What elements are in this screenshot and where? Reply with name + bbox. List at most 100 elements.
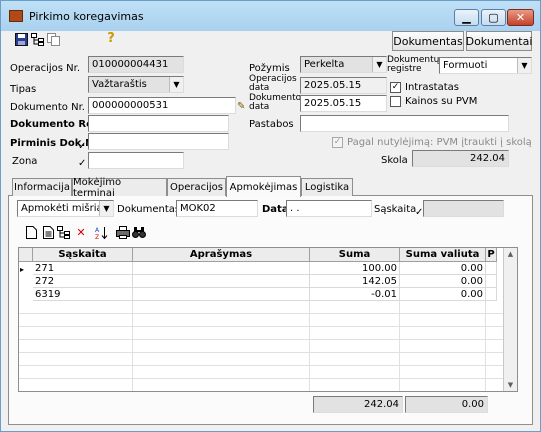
grid-vertical-scrollbar[interactable]: ▲ ▼ [503, 248, 517, 391]
tab-operations[interactable]: Operacijos [167, 178, 226, 196]
table-cell-sum-currency[interactable]: 0.00 [400, 262, 486, 275]
payment-date-field[interactable]: . . [286, 200, 372, 217]
column-header-account[interactable]: Sąskaita [33, 248, 133, 262]
payment-grid[interactable]: Sąskaita Aprašymas Suma Suma valiuta P ▸… [18, 247, 518, 392]
close-button[interactable]: ✕ [507, 9, 534, 26]
document-icon[interactable] [41, 226, 55, 240]
find-icon[interactable] [132, 226, 146, 240]
copy-icon[interactable] [47, 33, 61, 47]
registry-label: Dokumentų registre [387, 56, 439, 74]
documents-button[interactable]: Dokumentai [466, 31, 532, 51]
payment-mode-value: Apmokėti mišriai [21, 203, 106, 214]
maximize-button[interactable]: ▢ [481, 9, 506, 26]
debt-label: Skola [381, 155, 408, 166]
chevron-down-icon[interactable]: ▼ [517, 58, 531, 73]
debt-field: 242.04 [412, 150, 509, 167]
registry-select[interactable]: Formuoti ▼ [439, 57, 532, 74]
column-header-sum-currency[interactable]: Suma valiuta [400, 248, 486, 262]
print-icon[interactable] [116, 226, 130, 240]
primary-doc-field[interactable] [88, 133, 229, 150]
table-cell-account[interactable]: 6319 [33, 288, 133, 301]
document-date-label: Dokumento data [249, 94, 301, 112]
type-label: Tipas [10, 84, 37, 95]
table-cell-account[interactable]: 271 [33, 262, 133, 275]
title-bar[interactable]: Pirkimo koregavimas ▁ ▢ ✕ [1, 1, 540, 31]
prices-with-vat-checkbox[interactable] [390, 96, 401, 107]
total-currency-field: 0.00 [405, 396, 488, 413]
payment-account-label: Sąskaita [374, 204, 417, 215]
save-icon[interactable] [14, 33, 28, 47]
table-cell-description[interactable] [133, 262, 310, 275]
scroll-up-icon[interactable]: ▲ [504, 248, 517, 260]
check-mark-icon: ✓ [78, 141, 87, 152]
registry-select-value: Formuoti [443, 60, 488, 71]
empty-grid-area [19, 301, 505, 391]
document-date-label-line2: data [249, 102, 270, 112]
chevron-down-icon[interactable]: ▼ [169, 77, 183, 92]
table-cell-p[interactable] [486, 262, 497, 275]
pencil-icon[interactable]: ✎ [237, 101, 245, 112]
row-header-corner [19, 248, 33, 262]
notes-label: Pastabos [249, 119, 294, 130]
delete-icon[interactable]: ✕ [74, 226, 88, 240]
operation-date-field[interactable]: 2025.05.15 [300, 77, 387, 94]
document-number-field[interactable]: 000000000531 [88, 97, 236, 114]
payment-mode-select[interactable]: Apmokėti mišriai ▼ [17, 200, 114, 217]
minimize-button[interactable]: ▁ [454, 9, 479, 26]
table-cell-account[interactable]: 272 [33, 275, 133, 288]
operation-date-label: Operacijos data [249, 75, 297, 93]
table-cell-sum[interactable]: 142.05 [310, 275, 400, 288]
tab-payment[interactable]: Apmokėjimas [226, 176, 301, 197]
document-button[interactable]: Dokumentas [392, 31, 464, 51]
table-cell-description[interactable] [133, 288, 310, 301]
notes-field[interactable] [300, 115, 509, 132]
tree-icon[interactable] [57, 226, 71, 240]
type-select[interactable]: Važtaraštis ▼ [88, 76, 184, 93]
total-sum-field: 242.04 [313, 396, 403, 413]
column-header-sum[interactable]: Suma [310, 248, 400, 262]
feature-select-value: Perkelta [304, 59, 345, 70]
tab-payment-terms[interactable]: Mokėjimo terminai [72, 177, 167, 199]
table-cell-p[interactable] [486, 275, 497, 288]
chevron-down-icon[interactable]: ▼ [372, 57, 386, 72]
chevron-down-icon[interactable]: ▼ [99, 201, 113, 216]
vat-to-debt-checkbox[interactable]: ✓ [332, 137, 343, 148]
document-date-field[interactable]: 2025.05.15 [300, 95, 387, 112]
table-cell-sum[interactable]: -0.01 [310, 288, 400, 301]
client-area: ? Dokumentas Dokumentai Operacijos Nr. 0… [6, 31, 535, 427]
new-document-icon[interactable] [24, 226, 38, 240]
current-row-indicator-icon: ▸ [20, 265, 25, 274]
zone-field[interactable] [88, 152, 184, 169]
table-cell-sum[interactable]: 100.00 [310, 262, 400, 275]
feature-select[interactable]: Perkelta ▼ [300, 56, 387, 73]
table-cell-description[interactable] [133, 275, 310, 288]
column-header-description[interactable]: Aprašymas [133, 248, 310, 262]
payment-panel: Apmokėti mišriai ▼ Dokumentas MOK02 Data… [8, 196, 533, 425]
operation-number-field[interactable]: 010000004431 [88, 56, 184, 73]
table-cell-sum-currency[interactable]: 0.00 [400, 288, 486, 301]
column-header-p[interactable]: P [486, 248, 497, 262]
document-number-label: Dokumento Nr. [10, 102, 85, 113]
tab-logistics[interactable]: Logistika [301, 178, 353, 196]
tab-information[interactable]: Informacija [12, 178, 72, 196]
svg-text:Z: Z [95, 234, 99, 240]
svg-text:A: A [95, 227, 100, 234]
payment-account-field[interactable] [423, 200, 504, 217]
scroll-down-icon[interactable]: ▼ [504, 379, 517, 391]
main-window: Pirkimo koregavimas ▁ ▢ ✕ ? Dokumentas D… [0, 0, 541, 432]
sort-icon[interactable]: AZ [94, 226, 108, 241]
table-cell-sum-currency[interactable]: 0.00 [400, 275, 486, 288]
payment-document-field[interactable]: MOK02 [176, 200, 258, 217]
table-cell-p[interactable] [486, 288, 497, 301]
operation-number-label: Operacijos Nr. [10, 63, 81, 74]
prices-with-vat-label: Kainos su PVM [405, 96, 478, 107]
payment-date-label: Data [262, 204, 289, 215]
type-select-value: Važtaraštis [92, 79, 147, 90]
help-icon[interactable]: ? [104, 32, 118, 46]
tree-icon[interactable] [31, 33, 45, 47]
window-title: Pirkimo koregavimas [29, 10, 144, 23]
operation-date-label-line2: data [249, 83, 270, 93]
document-reg-field[interactable] [88, 115, 229, 132]
intrastat-checkbox[interactable]: ✓ [390, 82, 401, 93]
app-icon [9, 10, 23, 22]
